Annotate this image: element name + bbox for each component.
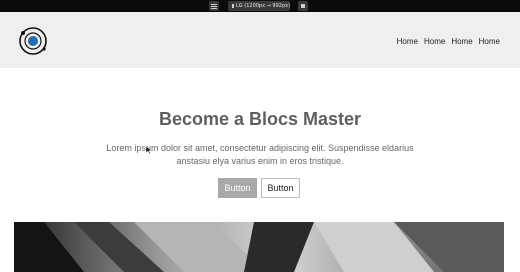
nav-item-home[interactable]: Home bbox=[424, 37, 445, 47]
site-header: Home Home Home Home bbox=[0, 12, 520, 68]
main-nav: Home Home Home Home bbox=[397, 37, 500, 47]
cursor-icon bbox=[145, 145, 153, 155]
viewport-label: LG (1200px → 992px) bbox=[236, 3, 291, 9]
app-toolbar: LG (1200px → 992px) bbox=[0, 0, 520, 12]
menu-icon[interactable] bbox=[209, 1, 219, 11]
hero-image bbox=[14, 222, 504, 272]
secondary-button[interactable]: Button bbox=[261, 178, 300, 198]
window-icon[interactable] bbox=[298, 1, 308, 11]
nav-item-home[interactable]: Home bbox=[397, 37, 418, 47]
nav-item-home[interactable]: Home bbox=[479, 37, 500, 47]
hero-title: Become a Blocs Master bbox=[158, 109, 362, 129]
logo-icon[interactable] bbox=[14, 26, 52, 56]
nav-item-home[interactable]: Home bbox=[451, 37, 472, 47]
abstract-photo bbox=[14, 222, 504, 272]
primary-button[interactable]: Button bbox=[218, 178, 257, 198]
viewport-selector[interactable]: LG (1200px → 992px) bbox=[228, 1, 290, 11]
laptop-icon bbox=[232, 4, 234, 8]
